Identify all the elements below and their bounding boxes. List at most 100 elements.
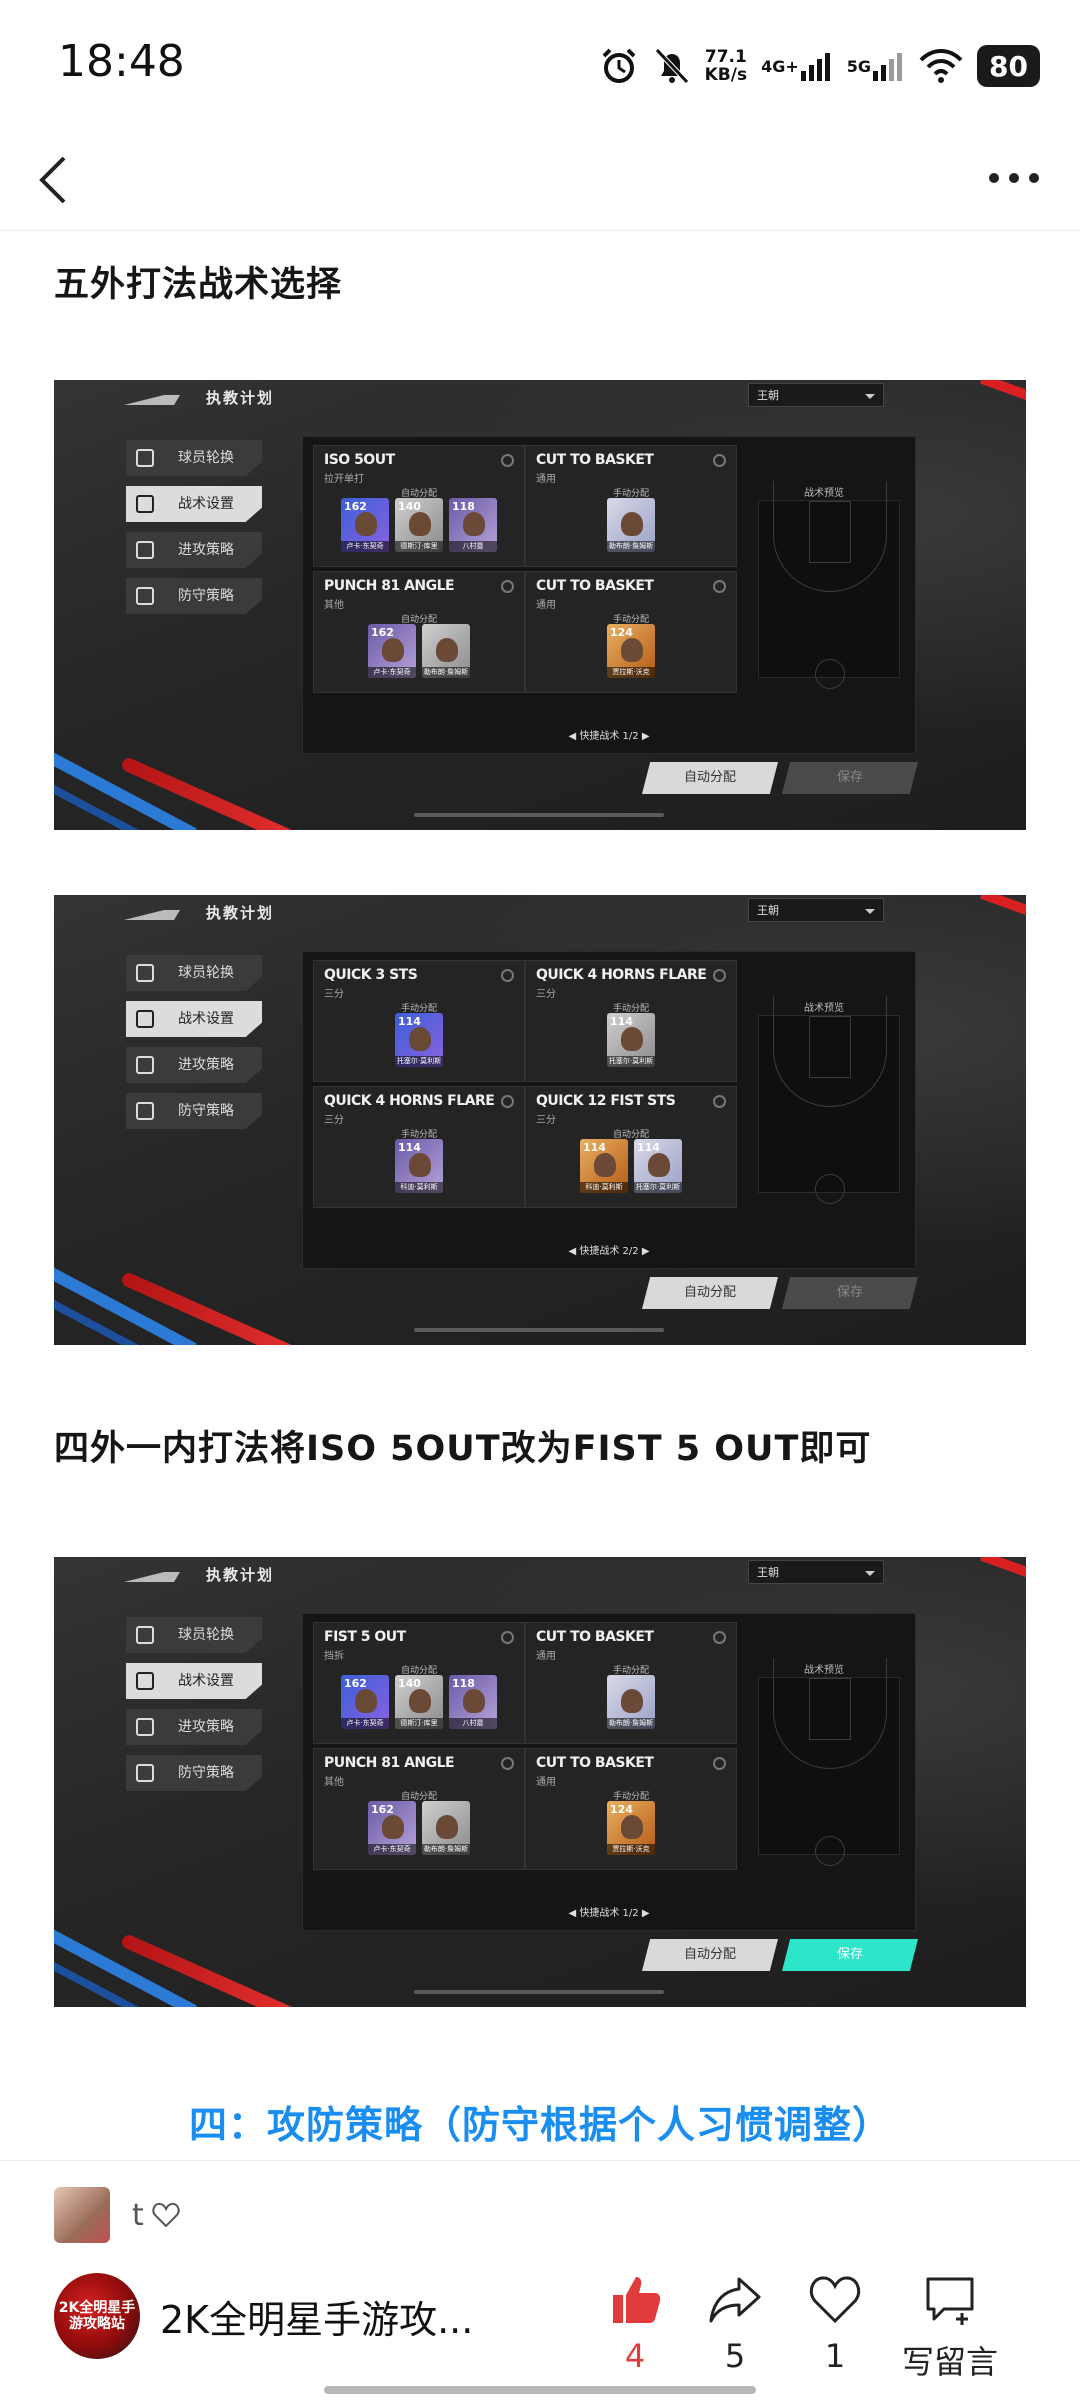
auto-assign-button[interactable]: 自动分配 (642, 762, 778, 794)
save-button[interactable]: 保存 (782, 1277, 918, 1309)
player-card[interactable]: 162 卢卡·东契奇 (341, 498, 389, 552)
gear-icon[interactable] (713, 580, 726, 593)
share-button[interactable]: 5 (680, 2261, 790, 2381)
pager-label: 快捷战术 1/2 (579, 731, 639, 742)
side-menu-item[interactable]: 球员轮换 (126, 1617, 262, 1653)
player-card[interactable]: 114 托塞尔·莫利斯 (634, 1139, 682, 1193)
tactic-card[interactable]: QUICK 4 HORNS FLARE 三分 手动分配 114 科迪·莫利斯 (313, 1086, 525, 1208)
pager-prev-icon[interactable]: ◀ (568, 1246, 579, 1257)
gear-icon[interactable] (713, 1757, 726, 1770)
player-card[interactable]: 124 贾拉斯·沃克 (607, 624, 655, 678)
dynasty-dropdown[interactable]: 王朝 (748, 383, 884, 407)
gear-icon[interactable] (501, 969, 514, 982)
player-card[interactable]: 162 卢卡·东契奇 (368, 624, 416, 678)
tactic-card[interactable]: PUNCH 81 ANGLE 其他 自动分配 162 卢卡·东契奇 勒布朗·詹姆斯 (313, 1748, 525, 1870)
player-card[interactable]: 140 德斯汀·库里 (395, 498, 443, 552)
player-card[interactable]: 162 卢卡·东契奇 (368, 1801, 416, 1855)
player-card[interactable]: 勒布朗·詹姆斯 (422, 624, 470, 678)
latest-commenter[interactable]: t (54, 2187, 180, 2243)
defense-icon (136, 587, 154, 605)
tactic-name: QUICK 4 HORNS FLARE (536, 967, 707, 983)
player-card[interactable]: 勒布朗·詹姆斯 (607, 498, 655, 552)
player-card[interactable]: 124 贾拉斯·沃克 (607, 1801, 655, 1855)
player-name: 勒布朗·詹姆斯 (607, 541, 655, 552)
tactic-card[interactable]: PUNCH 81 ANGLE 其他 自动分配 162 卢卡·东契奇 勒布朗·詹姆斯 (313, 571, 525, 693)
player-portrait (621, 638, 643, 662)
gear-icon[interactable] (501, 580, 514, 593)
save-button[interactable]: 保存 (782, 1939, 918, 1971)
system-home-indicator[interactable] (324, 2386, 756, 2394)
side-menu-item[interactable]: 防守策略 (126, 1755, 262, 1791)
author-logo[interactable]: 2K全明星手游攻略站 (54, 2273, 140, 2359)
tactic-card[interactable]: QUICK 3 STS 三分 手动分配 114 托塞尔·莫利斯 (313, 960, 525, 1082)
save-button[interactable]: 保存 (782, 762, 918, 794)
player-rating: 162 (371, 1803, 394, 1816)
gear-icon[interactable] (501, 1757, 514, 1770)
gear-icon[interactable] (713, 454, 726, 467)
like-button[interactable]: 4 (580, 2261, 690, 2381)
dynasty-dropdown[interactable]: 王朝 (748, 898, 884, 922)
tactic-card[interactable]: CUT TO BASKET 通用 手动分配 124 贾拉斯·沃克 (525, 1748, 737, 1870)
player-name: 八村塁 (449, 1718, 497, 1729)
pager-next-icon[interactable]: ▶ (639, 1246, 650, 1257)
section-heading-strategy: 四：攻防策略（防守根据个人习惯调整） (188, 2103, 891, 2147)
player-portrait (621, 1027, 643, 1051)
pager-next-icon[interactable]: ▶ (639, 731, 650, 742)
pager-prev-icon[interactable]: ◀ (568, 1908, 579, 1919)
pager-next-icon[interactable]: ▶ (639, 1908, 650, 1919)
side-menu-item[interactable]: 防守策略 (126, 1093, 262, 1129)
avatar[interactable] (54, 2187, 110, 2243)
chevron-left-icon[interactable] (30, 152, 80, 208)
player-card[interactable]: 114 科迪·莫利斯 (580, 1139, 628, 1193)
side-menu-item[interactable]: 战术设置 (126, 1663, 262, 1699)
player-card[interactable]: 114 科迪·莫利斯 (395, 1139, 443, 1193)
tactic-card[interactable]: FIST 5 OUT 挡拆 自动分配 162 卢卡·东契奇 140 德斯汀·库里 118 八村塁 (313, 1622, 525, 1744)
side-menu-item[interactable]: 进攻策略 (126, 532, 262, 568)
tactic-card[interactable]: CUT TO BASKET 通用 手动分配 勒布朗·詹姆斯 (525, 1622, 737, 1744)
player-card[interactable]: 140 德斯汀·库里 (395, 1675, 443, 1729)
player-card[interactable]: 118 八村塁 (449, 498, 497, 552)
favorite-button[interactable]: 1 (780, 2261, 890, 2381)
gear-icon[interactable] (713, 1631, 726, 1644)
more-dots-icon[interactable] (984, 168, 1044, 188)
heart-outline-icon[interactable] (152, 2202, 180, 2228)
dynasty-dropdown[interactable]: 王朝 (748, 1560, 884, 1584)
gear-icon[interactable] (501, 454, 514, 467)
coaching-side-menu: 球员轮换战术设置进攻策略防守策略 (126, 440, 262, 624)
tactic-card[interactable]: ISO 5OUT 拉开单打 自动分配 162 卢卡·东契奇 140 德斯汀·库里 118 八村塁 (313, 445, 525, 567)
side-menu-item[interactable]: 球员轮换 (126, 440, 262, 476)
side-menu-item[interactable]: 战术设置 (126, 486, 262, 522)
gear-icon[interactable] (501, 1631, 514, 1644)
tactic-card[interactable]: CUT TO BASKET 通用 手动分配 124 贾拉斯·沃克 (525, 571, 737, 693)
player-card[interactable]: 114 托塞尔·莫利斯 (607, 1013, 655, 1067)
auto-assign-button[interactable]: 自动分配 (642, 1277, 778, 1309)
tactic-name: QUICK 3 STS (324, 967, 418, 983)
rotation-icon (136, 964, 154, 982)
tactic-card[interactable]: QUICK 4 HORNS FLARE 三分 手动分配 114 托塞尔·莫利斯 (525, 960, 737, 1082)
side-menu-item[interactable]: 进攻策略 (126, 1047, 262, 1083)
side-menu-item[interactable]: 进攻策略 (126, 1709, 262, 1745)
side-menu-item[interactable]: 球员轮换 (126, 955, 262, 991)
coaching-side-menu: 球员轮换战术设置进攻策略防守策略 (126, 1617, 262, 1801)
gear-icon[interactable] (713, 1095, 726, 1108)
side-menu-item[interactable]: 防守策略 (126, 578, 262, 614)
author-name[interactable]: 2K全明星手游攻... (160, 2289, 520, 2344)
player-card[interactable]: 勒布朗·詹姆斯 (422, 1801, 470, 1855)
player-name: 德斯汀·库里 (395, 1718, 443, 1729)
author-info[interactable]: 2K全明星手游攻略站 2K全明星手游攻... (54, 2273, 520, 2359)
player-card[interactable]: 114 托塞尔·莫利斯 (395, 1013, 443, 1067)
pager-prev-icon[interactable]: ◀ (568, 731, 579, 742)
auto-assign-button[interactable]: 自动分配 (642, 1939, 778, 1971)
write-comment-button[interactable]: 写留言 (890, 2261, 1010, 2381)
player-card[interactable]: 118 八村塁 (449, 1675, 497, 1729)
tactic-card[interactable]: QUICK 12 FIST STS 三分 自动分配 114 科迪·莫利斯 114 托塞尔·莫… (525, 1086, 737, 1208)
tactic-card[interactable]: CUT TO BASKET 通用 手动分配 勒布朗·詹姆斯 (525, 445, 737, 567)
player-card[interactable]: 勒布朗·詹姆斯 (607, 1675, 655, 1729)
share-count: 5 (724, 2337, 746, 2375)
gear-icon[interactable] (501, 1095, 514, 1108)
gear-icon[interactable] (713, 969, 726, 982)
side-menu-item[interactable]: 战术设置 (126, 1001, 262, 1037)
net-speed: 77.1 KB/s (705, 48, 747, 84)
status-bar: 18:48 77.1 KB/s 4G+ 5G 80 (0, 0, 1080, 130)
player-card[interactable]: 162 卢卡·东契奇 (341, 1675, 389, 1729)
